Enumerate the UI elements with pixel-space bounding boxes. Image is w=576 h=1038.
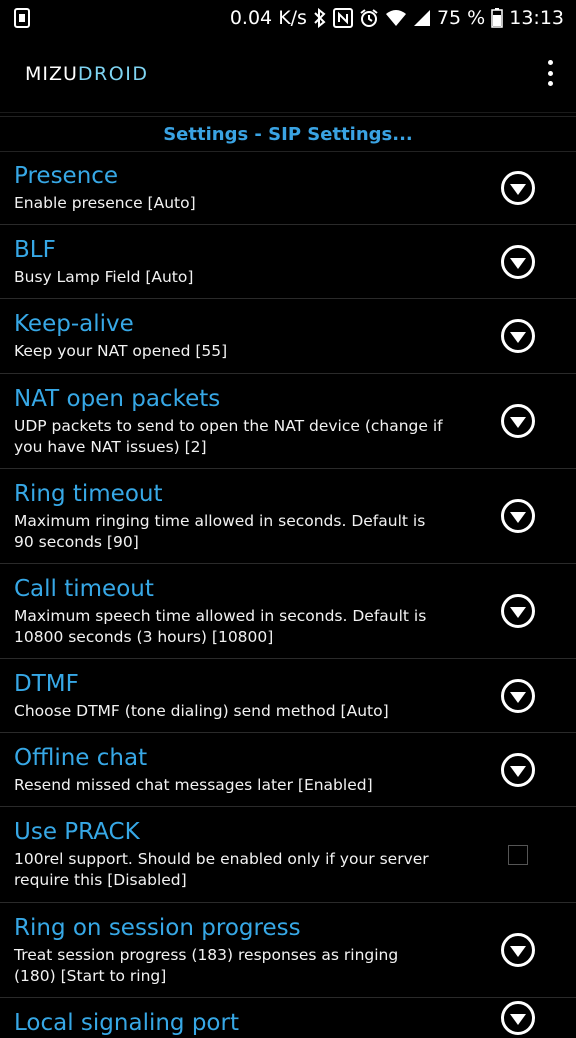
- setting-item-call-timeout[interactable]: Call timeout Maximum speech time allowed …: [0, 564, 576, 659]
- setting-summary: Treat session progress (183) responses a…: [14, 946, 399, 985]
- settings-list: Presence Enable presence [Auto] BLF Busy La…: [0, 151, 576, 1038]
- nfc-icon: [332, 8, 353, 28]
- setting-item-ring-on-session-progress[interactable]: Ring on session progress Treat session pr…: [0, 903, 576, 998]
- chevron-down-circle-icon[interactable]: [500, 1000, 536, 1036]
- bluetooth-icon: [313, 8, 327, 28]
- setting-title: Call timeout: [14, 576, 154, 602]
- setting-title: Ring on session progress: [14, 915, 301, 941]
- network-speed: 0.04 K/s: [229, 7, 307, 29]
- setting-item-blf[interactable]: BLF Busy Lamp Field [Auto]: [0, 225, 576, 299]
- setting-summary: Maximum speech time allowed in seconds. …: [14, 607, 427, 646]
- setting-summary: Keep your NAT opened [55]: [14, 342, 228, 360]
- setting-title: Ring timeout: [14, 481, 163, 507]
- setting-summary: UDP packets to send to open the NAT devi…: [14, 417, 443, 456]
- chevron-down-circle-icon[interactable]: [500, 170, 536, 206]
- setting-summary: Resend missed chat messages later [Enabl…: [14, 776, 373, 794]
- chevron-down-circle-icon[interactable]: [500, 932, 536, 968]
- chevron-down-circle-icon[interactable]: [500, 678, 536, 714]
- chevron-down-circle-icon[interactable]: [500, 752, 536, 788]
- setting-item-presence[interactable]: Presence Enable presence [Auto]: [0, 151, 576, 225]
- setting-title: NAT open packets: [14, 386, 221, 412]
- setting-item-offline-chat[interactable]: Offline chat Resend missed chat messages …: [0, 733, 576, 807]
- setting-title: Use PRACK: [14, 819, 140, 845]
- setting-title: Local signaling port: [14, 1010, 239, 1036]
- alarm-icon: [359, 8, 379, 28]
- setting-item-ring-timeout[interactable]: Ring timeout Maximum ringing time allowed…: [0, 469, 576, 564]
- signal-icon: [413, 9, 431, 27]
- setting-summary: Choose DTMF (tone dialing) send method […: [14, 702, 389, 720]
- setting-item-use-prack[interactable]: Use PRACK 100rel support. Should be enabl…: [0, 807, 576, 903]
- chevron-down-circle-icon[interactable]: [500, 244, 536, 280]
- app-bar: MIZUDROID: [0, 36, 576, 113]
- setting-item-keep-alive[interactable]: Keep-alive Keep your NAT opened [55]: [0, 299, 576, 374]
- logo-text-droid: DROID: [77, 63, 149, 85]
- status-bar: 0.04 K/s 75 % 13:13: [0, 0, 576, 36]
- chevron-down-circle-icon[interactable]: [500, 318, 536, 354]
- battery-icon: [491, 8, 503, 28]
- battery-level: 75 %: [436, 7, 486, 29]
- chevron-down-circle-icon[interactable]: [500, 498, 536, 534]
- setting-title: Presence: [14, 163, 119, 189]
- setting-title: Offline chat: [14, 745, 148, 771]
- setting-title: Keep-alive: [14, 311, 134, 337]
- app-logo: MIZUDROID: [25, 63, 148, 85]
- sim-icon: [14, 8, 30, 28]
- setting-summary: Enable presence [Auto]: [14, 194, 196, 212]
- overflow-menu-icon[interactable]: [544, 60, 556, 86]
- setting-item-dtmf[interactable]: DTMF Choose DTMF (tone dialing) send meth…: [0, 659, 576, 733]
- setting-title: BLF: [14, 237, 56, 263]
- setting-summary: Busy Lamp Field [Auto]: [14, 268, 194, 286]
- setting-title: DTMF: [14, 671, 79, 697]
- setting-item-nat-open-packets[interactable]: NAT open packets UDP packets to send to o…: [0, 374, 576, 469]
- settings-section-header: Settings - SIP Settings...: [0, 116, 576, 152]
- chevron-down-circle-icon[interactable]: [500, 403, 536, 439]
- logo-text-mizu: MIZU: [25, 63, 78, 85]
- chevron-down-circle-icon[interactable]: [500, 593, 536, 629]
- checkbox[interactable]: [508, 844, 528, 865]
- clock: 13:13: [509, 7, 564, 29]
- setting-item-local-signaling-port[interactable]: Local signaling port: [0, 998, 576, 1038]
- setting-summary: 100rel support. Should be enabled only i…: [14, 850, 429, 889]
- wifi-icon: [385, 9, 407, 27]
- setting-summary: Maximum ringing time allowed in seconds.…: [14, 512, 426, 551]
